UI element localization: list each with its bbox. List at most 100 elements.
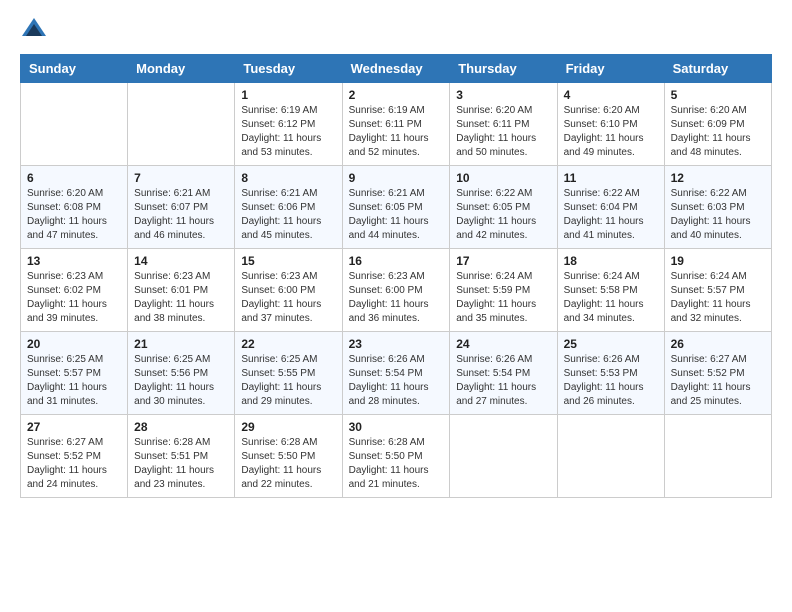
week-row-1: 1Sunrise: 6:19 AM Sunset: 6:12 PM Daylig…: [21, 83, 772, 166]
day-number: 10: [456, 171, 550, 185]
day-info: Sunrise: 6:21 AM Sunset: 6:06 PM Dayligh…: [241, 187, 335, 243]
calendar-cell: 25 Sunrise: 6:26 AM Sunset: 5:53 PM Dayli…: [557, 332, 664, 415]
day-info: Sunrise: 6:25 AM Sunset: 5:56 PM Dayligh…: [134, 353, 228, 409]
calendar-cell: [557, 415, 664, 498]
day-number: 17: [456, 254, 550, 268]
day-info: Sunrise: 6:22 AM Sunset: 6:03 PM Dayligh…: [671, 187, 765, 243]
day-info: Sunrise: 6:20 AM Sunset: 6:09 PM Dayligh…: [671, 104, 765, 160]
calendar-cell: 1Sunrise: 6:19 AM Sunset: 6:12 PM Daylig…: [235, 83, 342, 166]
day-info: Sunrise: 6:22 AM Sunset: 6:05 PM Dayligh…: [456, 187, 550, 243]
day-info: Sunrise: 6:20 AM Sunset: 6:08 PM Dayligh…: [27, 187, 121, 243]
week-row-4: 20 Sunrise: 6:25 AM Sunset: 5:57 PM Dayli…: [21, 332, 772, 415]
day-number: 28: [134, 420, 228, 434]
day-info: Sunrise: 6:28 AM Sunset: 5:51 PM Dayligh…: [134, 436, 228, 492]
day-info: Sunrise: 6:26 AM Sunset: 5:54 PM Dayligh…: [349, 353, 444, 409]
logo-icon: [20, 16, 48, 44]
day-number: 19: [671, 254, 765, 268]
calendar-cell: 8 Sunrise: 6:21 AM Sunset: 6:06 PM Daylig…: [235, 166, 342, 249]
day-info: Sunrise: 6:22 AM Sunset: 6:04 PM Dayligh…: [564, 187, 658, 243]
day-number: 4: [564, 88, 658, 102]
calendar-cell: 23 Sunrise: 6:26 AM Sunset: 5:54 PM Dayli…: [342, 332, 450, 415]
calendar-cell: 2 Sunrise: 6:19 AM Sunset: 6:11 PM Daylig…: [342, 83, 450, 166]
calendar-cell: 13 Sunrise: 6:23 AM Sunset: 6:02 PM Dayli…: [21, 249, 128, 332]
calendar-cell: 29 Sunrise: 6:28 AM Sunset: 5:50 PM Dayli…: [235, 415, 342, 498]
day-info: Sunrise: 6:23 AM Sunset: 6:00 PM Dayligh…: [349, 270, 444, 326]
calendar-cell: [21, 83, 128, 166]
day-number: 5: [671, 88, 765, 102]
day-number: 21: [134, 337, 228, 351]
day-number: 8: [241, 171, 335, 185]
day-info: Sunrise: 6:26 AM Sunset: 5:54 PM Dayligh…: [456, 353, 550, 409]
day-number: 25: [564, 337, 658, 351]
calendar-cell: 27 Sunrise: 6:27 AM Sunset: 5:52 PM Dayli…: [21, 415, 128, 498]
calendar-cell: 30 Sunrise: 6:28 AM Sunset: 5:50 PM Dayli…: [342, 415, 450, 498]
day-number: 12: [671, 171, 765, 185]
calendar-cell: 3Sunrise: 6:20 AM Sunset: 6:11 PM Daylig…: [450, 83, 557, 166]
day-number: 7: [134, 171, 228, 185]
day-info: Sunrise: 6:28 AM Sunset: 5:50 PM Dayligh…: [349, 436, 444, 492]
day-number: 23: [349, 337, 444, 351]
week-row-3: 13 Sunrise: 6:23 AM Sunset: 6:02 PM Dayli…: [21, 249, 772, 332]
calendar-cell: 4 Sunrise: 6:20 AM Sunset: 6:10 PM Daylig…: [557, 83, 664, 166]
day-number: 3: [456, 88, 550, 102]
weekday-saturday: Saturday: [664, 55, 771, 83]
day-info: Sunrise: 6:21 AM Sunset: 6:07 PM Dayligh…: [134, 187, 228, 243]
calendar-cell: 6 Sunrise: 6:20 AM Sunset: 6:08 PM Daylig…: [21, 166, 128, 249]
calendar-cell: 9 Sunrise: 6:21 AM Sunset: 6:05 PM Daylig…: [342, 166, 450, 249]
weekday-sunday: Sunday: [21, 55, 128, 83]
calendar-cell: 19 Sunrise: 6:24 AM Sunset: 5:57 PM Dayli…: [664, 249, 771, 332]
calendar-cell: 16 Sunrise: 6:23 AM Sunset: 6:00 PM Dayli…: [342, 249, 450, 332]
day-number: 27: [27, 420, 121, 434]
day-info: Sunrise: 6:26 AM Sunset: 5:53 PM Dayligh…: [564, 353, 658, 409]
calendar-cell: 17Sunrise: 6:24 AM Sunset: 5:59 PM Dayli…: [450, 249, 557, 332]
day-info: Sunrise: 6:25 AM Sunset: 5:57 PM Dayligh…: [27, 353, 121, 409]
day-number: 11: [564, 171, 658, 185]
calendar-cell: 11 Sunrise: 6:22 AM Sunset: 6:04 PM Dayli…: [557, 166, 664, 249]
day-number: 26: [671, 337, 765, 351]
day-info: Sunrise: 6:21 AM Sunset: 6:05 PM Dayligh…: [349, 187, 444, 243]
calendar-cell: 24Sunrise: 6:26 AM Sunset: 5:54 PM Dayli…: [450, 332, 557, 415]
calendar-cell: 26 Sunrise: 6:27 AM Sunset: 5:52 PM Dayli…: [664, 332, 771, 415]
day-info: Sunrise: 6:20 AM Sunset: 6:10 PM Dayligh…: [564, 104, 658, 160]
day-number: 2: [349, 88, 444, 102]
day-info: Sunrise: 6:28 AM Sunset: 5:50 PM Dayligh…: [241, 436, 335, 492]
day-info: Sunrise: 6:25 AM Sunset: 5:55 PM Dayligh…: [241, 353, 335, 409]
weekday-friday: Friday: [557, 55, 664, 83]
calendar-cell: 20 Sunrise: 6:25 AM Sunset: 5:57 PM Dayli…: [21, 332, 128, 415]
calendar-table: SundayMondayTuesdayWednesdayThursdayFrid…: [20, 54, 772, 498]
page-header: [20, 20, 772, 44]
calendar-cell: 12 Sunrise: 6:22 AM Sunset: 6:03 PM Dayli…: [664, 166, 771, 249]
day-number: 29: [241, 420, 335, 434]
day-number: 15: [241, 254, 335, 268]
day-info: Sunrise: 6:23 AM Sunset: 6:02 PM Dayligh…: [27, 270, 121, 326]
weekday-header-row: SundayMondayTuesdayWednesdayThursdayFrid…: [21, 55, 772, 83]
calendar-cell: [664, 415, 771, 498]
weekday-wednesday: Wednesday: [342, 55, 450, 83]
day-number: 9: [349, 171, 444, 185]
day-info: Sunrise: 6:24 AM Sunset: 5:57 PM Dayligh…: [671, 270, 765, 326]
calendar-cell: 5 Sunrise: 6:20 AM Sunset: 6:09 PM Daylig…: [664, 83, 771, 166]
calendar-cell: 10 Sunrise: 6:22 AM Sunset: 6:05 PM Dayli…: [450, 166, 557, 249]
day-number: 20: [27, 337, 121, 351]
day-number: 30: [349, 420, 444, 434]
calendar-cell: [450, 415, 557, 498]
day-number: 14: [134, 254, 228, 268]
day-info: Sunrise: 6:23 AM Sunset: 6:01 PM Dayligh…: [134, 270, 228, 326]
day-number: 22: [241, 337, 335, 351]
week-row-5: 27 Sunrise: 6:27 AM Sunset: 5:52 PM Dayli…: [21, 415, 772, 498]
day-info: Sunrise: 6:27 AM Sunset: 5:52 PM Dayligh…: [27, 436, 121, 492]
day-number: 18: [564, 254, 658, 268]
weekday-tuesday: Tuesday: [235, 55, 342, 83]
calendar-cell: 18 Sunrise: 6:24 AM Sunset: 5:58 PM Dayli…: [557, 249, 664, 332]
day-info: Sunrise: 6:24 AM Sunset: 5:58 PM Dayligh…: [564, 270, 658, 326]
day-number: 16: [349, 254, 444, 268]
calendar-cell: 14 Sunrise: 6:23 AM Sunset: 6:01 PM Dayli…: [128, 249, 235, 332]
weekday-monday: Monday: [128, 55, 235, 83]
day-number: 1: [241, 88, 335, 102]
week-row-2: 6 Sunrise: 6:20 AM Sunset: 6:08 PM Daylig…: [21, 166, 772, 249]
day-number: 13: [27, 254, 121, 268]
day-number: 6: [27, 171, 121, 185]
day-info: Sunrise: 6:19 AM Sunset: 6:11 PM Dayligh…: [349, 104, 444, 160]
day-info: Sunrise: 6:27 AM Sunset: 5:52 PM Dayligh…: [671, 353, 765, 409]
calendar-cell: 21 Sunrise: 6:25 AM Sunset: 5:56 PM Dayli…: [128, 332, 235, 415]
